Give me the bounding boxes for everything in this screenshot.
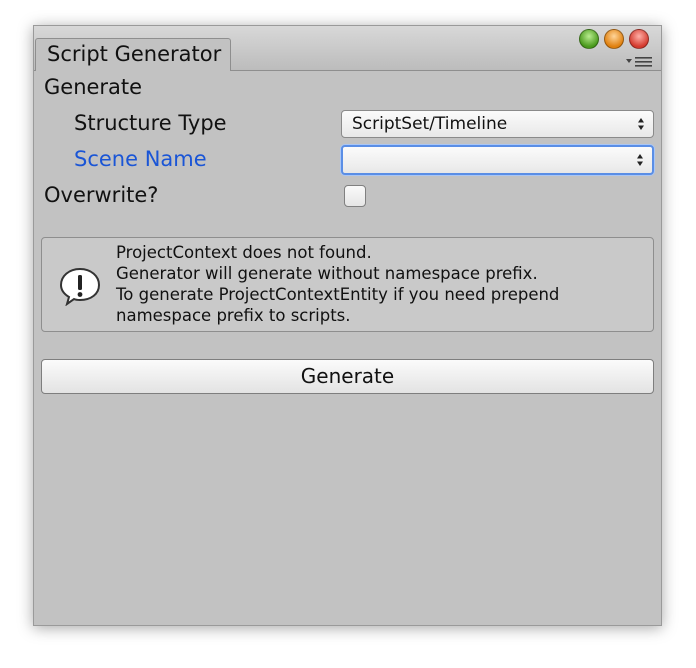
- overwrite-label: Overwrite?: [44, 183, 159, 207]
- context-menu-icon[interactable]: [626, 56, 654, 68]
- scene-name-dropdown[interactable]: [341, 145, 654, 175]
- tab-title: Script Generator: [47, 42, 222, 66]
- generate-button[interactable]: Generate: [41, 359, 654, 394]
- section-title-generate: Generate: [44, 75, 143, 99]
- help-box: ProjectContext does not found. Generator…: [41, 237, 654, 332]
- help-line: namespace prefix to scripts.: [116, 306, 351, 325]
- help-line: To generate ProjectContextEntity if you …: [116, 285, 560, 304]
- dropdown-arrows-icon: [638, 118, 644, 130]
- structure-type-label: Structure Type: [74, 111, 227, 135]
- info-exclamation-icon: [59, 267, 101, 306]
- structure-type-dropdown[interactable]: ScriptSet/Timeline: [341, 110, 654, 138]
- structure-type-value: ScriptSet/Timeline: [352, 114, 508, 134]
- window-titlebar: Script Generator: [34, 26, 661, 71]
- close-button[interactable]: [629, 29, 649, 49]
- scene-name-label: Scene Name: [74, 147, 207, 171]
- tab-script-generator[interactable]: Script Generator: [35, 38, 231, 71]
- overwrite-checkbox[interactable]: [344, 185, 366, 207]
- minimize-button[interactable]: [604, 29, 624, 49]
- help-line: Generator will generate without namespac…: [116, 264, 538, 283]
- generate-button-label: Generate: [300, 364, 395, 388]
- help-line: ProjectContext does not found.: [116, 243, 372, 262]
- dropdown-arrows-icon: [637, 154, 643, 166]
- script-generator-window: Script Generator Generate Structure Type…: [33, 25, 662, 626]
- maximize-button[interactable]: [579, 29, 599, 49]
